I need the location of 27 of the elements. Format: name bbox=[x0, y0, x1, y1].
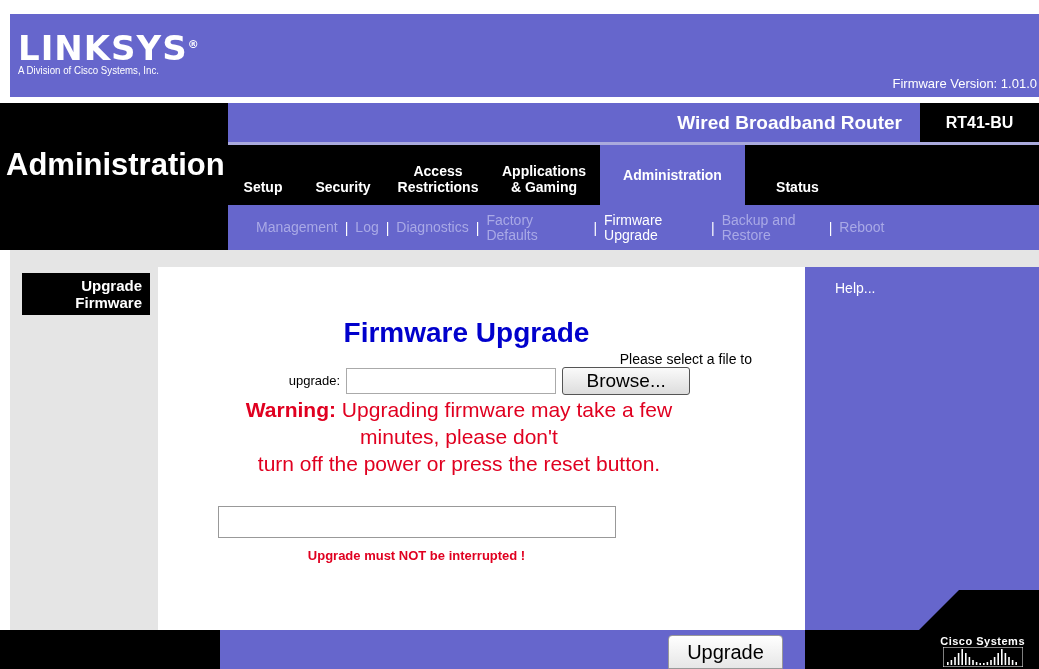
firmware-version: Firmware Version: 1.01.0 bbox=[892, 76, 1037, 92]
file-field[interactable] bbox=[346, 367, 557, 394]
page-title: Firmware Upgrade bbox=[343, 316, 590, 349]
warning-text: minutes, please don't bbox=[360, 423, 558, 449]
warning-text: turn off the power or press the reset button. bbox=[257, 450, 661, 476]
separator: | bbox=[828, 219, 833, 236]
nav-tab[interactable]: Administration bbox=[600, 145, 745, 206]
field-prompt: Please select a file to bbox=[619, 350, 752, 367]
warning-text: Warning: Upgrading firmware may take a few bbox=[245, 396, 673, 422]
model-name: RT41-BU bbox=[944, 112, 1015, 133]
footer-logo-text: Cisco Systems bbox=[940, 635, 1025, 647]
separator: | bbox=[344, 219, 349, 236]
submenu-link[interactable]: Firmware Upgrade bbox=[604, 212, 686, 243]
product-name: Wired Broadband Router bbox=[228, 103, 920, 143]
sidebar-label: Upgrade Firmware bbox=[22, 272, 150, 315]
notice-text: Upgrade must NOT be interrupted ! bbox=[307, 547, 526, 563]
help-link[interactable]: Help... bbox=[835, 279, 876, 296]
field-label: upgrade: bbox=[288, 373, 341, 389]
logo: LINKSYS$^{®}$ bbox=[18, 28, 200, 65]
separator: | bbox=[711, 219, 715, 236]
logo-tagline: A Division of Cisco Systems, Inc. bbox=[18, 64, 160, 77]
separator: | bbox=[385, 219, 390, 236]
separator: | bbox=[475, 219, 480, 236]
browse-button[interactable]: Browse... bbox=[562, 366, 691, 395]
upgrade-button[interactable]: Upgrade bbox=[668, 635, 783, 669]
separator: | bbox=[593, 219, 597, 236]
section-title: Administration bbox=[5, 146, 225, 183]
